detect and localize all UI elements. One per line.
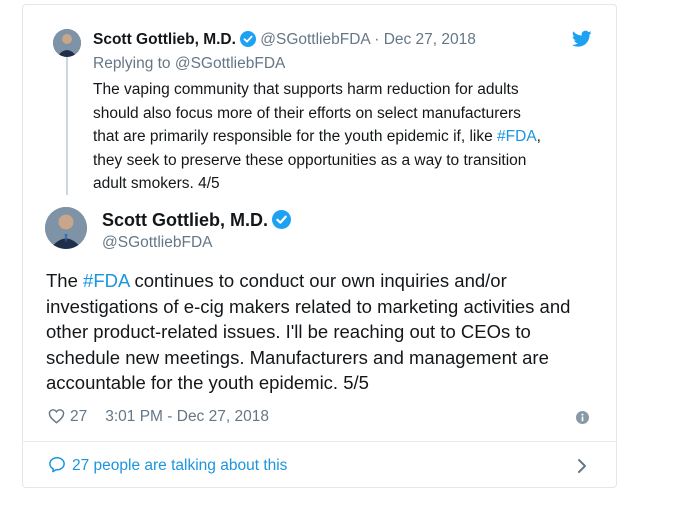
heart-icon[interactable]	[48, 408, 65, 429]
main-text-line: The #FDA continues to conduct our own in…	[46, 268, 606, 294]
quoted-text-line: should also focus more of their efforts …	[93, 104, 521, 122]
hashtag-fda-link[interactable]: #FDA	[497, 128, 537, 145]
quoted-text-line-part: that are primarily responsible for the y…	[93, 128, 498, 145]
main-author-handle[interactable]: @SGottliebFDA	[102, 234, 213, 252]
main-author-name-row: Scott Gottlieb, M.D.	[102, 210, 291, 234]
header-separator: ·	[374, 31, 380, 48]
thread-connector-line	[66, 57, 68, 195]
footer-divider	[22, 441, 617, 442]
tweet-timestamp[interactable]: 3:01 PM - Dec 27, 2018	[105, 408, 269, 425]
main-tweet-text: The #FDA continues to conduct our own in…	[46, 268, 606, 396]
quoted-tweet-header: Scott Gottlieb, M.D. @SGottliebFDA · Dec…	[93, 31, 476, 52]
tweet-meta-row: 27 3:01 PM - Dec 27, 2018	[48, 408, 269, 429]
chevron-right-icon[interactable]	[577, 458, 587, 474]
quoted-text-comma: ,	[536, 128, 541, 145]
quoted-tweet-date[interactable]: Dec 27, 2018	[384, 31, 476, 48]
avatar-main[interactable]	[45, 207, 87, 249]
twitter-bird-icon[interactable]	[572, 30, 592, 48]
main-text-line: accountable for the youth epidemic. 5/5	[46, 372, 369, 393]
verified-badge-icon	[239, 31, 256, 52]
quoted-tweet-text: The vaping community that supports harm …	[93, 78, 593, 196]
quoted-text-line: The vaping community that supports harm …	[93, 81, 519, 98]
talking-about-text[interactable]: 27 people are talking about this	[72, 457, 287, 474]
quoted-text-line: adult smokers. 4/5	[93, 175, 220, 192]
main-text-line: investigations of e-cig makers related t…	[46, 295, 571, 317]
verified-badge-icon	[272, 210, 291, 234]
quoted-text-line: they seek to preserve these opportunitie…	[93, 151, 527, 169]
main-author-name[interactable]: Scott Gottlieb, M.D.	[102, 210, 268, 230]
info-icon[interactable]	[576, 411, 589, 424]
hashtag-fda-link[interactable]: #FDA	[83, 270, 129, 291]
main-text-line: schedule new meetings. Manufacturers and…	[46, 346, 549, 368]
main-text-suffix: continues to conduct our own inquiries a…	[129, 270, 507, 291]
speech-bubble-icon	[48, 456, 66, 478]
replying-to-line: Replying to @SGottliebFDA	[93, 55, 285, 73]
replying-to-label: Replying to	[93, 55, 171, 72]
quoted-text-line: that are primarily responsible for the y…	[93, 125, 593, 149]
main-text-line: other product-related issues. I'll be re…	[46, 321, 531, 342]
replying-to-handle[interactable]: @SGottliebFDA	[175, 55, 286, 72]
quoted-author-handle[interactable]: @SGottliebFDA	[260, 31, 370, 48]
avatar-quoted[interactable]	[53, 29, 81, 57]
talking-about-link[interactable]: 27 people are talking about this	[48, 456, 287, 478]
quoted-author-name[interactable]: Scott Gottlieb, M.D.	[93, 31, 236, 48]
like-count[interactable]: 27	[70, 408, 87, 425]
main-text-prefix: The	[46, 270, 84, 291]
